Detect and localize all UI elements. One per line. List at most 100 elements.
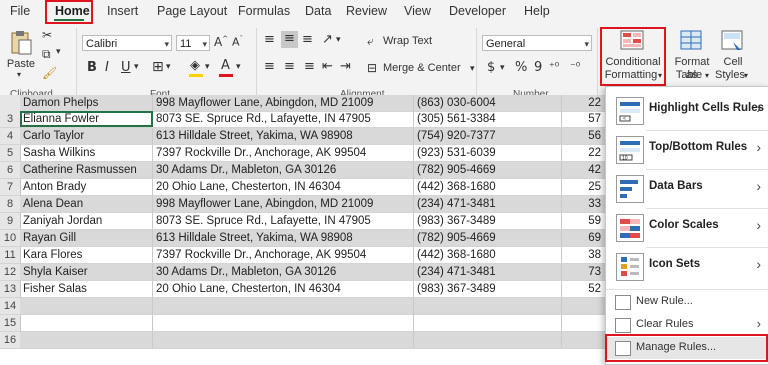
tab-review[interactable]: Review — [346, 4, 387, 18]
cell-phone[interactable]: (442) 368-1680 — [414, 179, 562, 195]
underline-icon[interactable]: U — [121, 60, 131, 75]
row-header[interactable]: 14 — [0, 298, 21, 314]
cell-styles-button[interactable]: Cell Styles ▾ — [715, 28, 750, 86]
cell-phone[interactable]: (863) 030-6004 — [414, 95, 562, 111]
cell-name[interactable]: Fisher Salas — [20, 281, 153, 297]
orientation-icon[interactable]: ↗ — [322, 32, 333, 47]
cell-age[interactable]: 25 — [562, 179, 606, 195]
cell-age[interactable] — [562, 298, 606, 314]
chevron-down-icon[interactable]: ▾ — [236, 62, 241, 72]
row-header[interactable]: 10 — [0, 230, 21, 246]
cell-phone[interactable]: (754) 920-7377 — [414, 128, 562, 144]
tab-insert[interactable]: Insert — [107, 4, 138, 18]
cell-address[interactable] — [153, 298, 414, 314]
wrap-text-button[interactable]: ⤶ Wrap Text — [367, 34, 457, 50]
borders-icon[interactable]: ⊞ — [152, 59, 164, 75]
chevron-down-icon[interactable]: ▾ — [134, 62, 139, 72]
cell-address[interactable]: 30 Adams Dr., Mableton, GA 30126 — [153, 264, 414, 280]
cell-age[interactable]: 52 — [562, 281, 606, 297]
tab-formulas[interactable]: Formulas — [238, 4, 290, 18]
align-center-icon[interactable]: ≡ — [284, 59, 295, 74]
currency-icon[interactable]: $ — [487, 60, 495, 75]
cell-address[interactable]: 613 Hilldale Street, Yakima, WA 98908 — [153, 128, 414, 144]
cell-phone[interactable]: (983) 367-3489 — [414, 213, 562, 229]
row-header[interactable]: 16 — [0, 332, 21, 348]
increase-font-icon[interactable]: A^ — [214, 35, 228, 49]
cell-address[interactable]: 998 Mayflower Lane, Abingdon, MD 21009 — [153, 196, 414, 212]
row-header[interactable]: 11 — [0, 247, 21, 263]
row-header[interactable]: 7 — [0, 179, 21, 195]
merge-center-button[interactable]: ⊟ Merge & Center ▾ — [367, 61, 482, 77]
cell-phone[interactable]: (983) 367-3489 — [414, 281, 562, 297]
row-header[interactable]: 12 — [0, 264, 21, 280]
cell-name[interactable]: Alena Dean — [20, 196, 153, 212]
cell-address[interactable]: 20 Ohio Lane, Chesterton, IN 46304 — [153, 179, 414, 195]
cell-phone[interactable]: (923) 531-6039 — [414, 145, 562, 161]
cell-age[interactable]: 38 — [562, 247, 606, 263]
row-header[interactable]: 9 — [0, 213, 21, 229]
row-header[interactable]: 4 — [0, 128, 21, 144]
bold-icon[interactable]: B — [87, 60, 97, 75]
cut-icon[interactable]: ✂ — [42, 28, 52, 42]
number-format-select[interactable]: General ▾ — [482, 35, 592, 51]
percent-icon[interactable]: % — [515, 60, 527, 75]
cell-name[interactable]: Carlo Taylor — [20, 128, 153, 144]
cell-name[interactable] — [20, 298, 153, 314]
cell-address[interactable]: 7397 Rockville Dr., Anchorage, AK 99504 — [153, 145, 414, 161]
menu-item-icon-sets[interactable]: Icon Sets › — [606, 247, 768, 285]
cell-age[interactable]: 59 — [562, 213, 606, 229]
align-top-icon[interactable]: ≡ — [264, 32, 275, 47]
font-color-icon[interactable]: A — [221, 58, 230, 73]
chevron-down-icon[interactable]: ▾ — [56, 47, 61, 57]
cell-phone[interactable]: (782) 905-4669 — [414, 230, 562, 246]
italic-icon[interactable]: I — [105, 60, 109, 75]
cell-name[interactable]: Rayan Gill — [20, 230, 153, 246]
align-bottom-icon[interactable]: ≡ — [302, 32, 313, 47]
cell-name[interactable]: Sasha Wilkins — [20, 145, 153, 161]
format-painter-icon[interactable]: 🖌 — [42, 66, 57, 80]
comma-style-icon[interactable]: 9 — [534, 60, 542, 75]
cell-name-selected[interactable]: Elianna Fowler — [20, 111, 153, 127]
increase-indent-icon[interactable]: ⇥ — [340, 59, 351, 74]
decrease-font-icon[interactable]: Aˇ — [232, 35, 243, 49]
cell-phone[interactable] — [414, 298, 562, 314]
row-header[interactable]: 5 — [0, 145, 21, 161]
cell-address[interactable]: 7397 Rockville Dr., Anchorage, AK 99504 — [153, 247, 414, 263]
copy-icon[interactable]: ⧉ — [42, 47, 51, 62]
cell-address[interactable]: 30 Adams Dr., Mableton, GA 30126 — [153, 162, 414, 178]
cell-phone[interactable]: (782) 905-4669 — [414, 162, 562, 178]
cell-name[interactable]: Damon Phelps — [20, 95, 153, 111]
cell-phone[interactable]: (234) 471-3481 — [414, 264, 562, 280]
cell-age[interactable] — [562, 332, 606, 348]
cell-address[interactable] — [153, 332, 414, 348]
cell-address[interactable]: 998 Mayflower Lane, Abingdon, MD 21009 — [153, 95, 414, 111]
chevron-down-icon[interactable]: ▾ — [336, 35, 341, 45]
cell-age[interactable]: 73 — [562, 264, 606, 280]
menu-item-new-rule[interactable]: New Rule... — [606, 291, 768, 313]
cell-name[interactable]: Catherine Rasmussen — [20, 162, 153, 178]
cell-phone[interactable] — [414, 332, 562, 348]
tab-file[interactable]: File — [10, 4, 30, 18]
fill-color-icon[interactable]: ◈ — [190, 58, 200, 73]
chevron-down-icon[interactable]: ▾ — [500, 63, 505, 73]
font-name-select[interactable]: Calibri ▾ — [82, 35, 172, 51]
cell-age[interactable]: 69 — [562, 230, 606, 246]
cell-age[interactable]: 56 — [562, 128, 606, 144]
cell-age[interactable] — [562, 315, 606, 331]
decrease-indent-icon[interactable]: ⇤ — [322, 59, 333, 74]
menu-item-clear-rules[interactable]: Clear Rules › — [606, 314, 768, 336]
font-size-select[interactable]: 11 ▾ — [176, 35, 210, 51]
chevron-down-icon[interactable]: ▾ — [166, 62, 171, 72]
cell-address[interactable]: 8073 SE. Spruce Rd., Lafayette, IN 47905 — [153, 111, 414, 127]
cell-address[interactable]: 613 Hilldale Street, Yakima, WA 98908 — [153, 230, 414, 246]
cell-age[interactable]: 33 — [562, 196, 606, 212]
cell-phone[interactable] — [414, 315, 562, 331]
cell-phone[interactable]: (234) 471-3481 — [414, 196, 562, 212]
format-as-table-button[interactable]: Format as Table ▾ — [669, 28, 715, 86]
align-left-icon[interactable]: ≡ — [264, 59, 275, 74]
decrease-decimal-icon[interactable]: ⁻⁰ — [570, 60, 580, 73]
align-middle-button[interactable]: ≡ — [281, 31, 298, 48]
increase-decimal-icon[interactable]: ⁺⁰ — [549, 60, 559, 73]
align-right-icon[interactable]: ≡ — [304, 59, 315, 74]
cell-name[interactable]: Zaniyah Jordan — [20, 213, 153, 229]
